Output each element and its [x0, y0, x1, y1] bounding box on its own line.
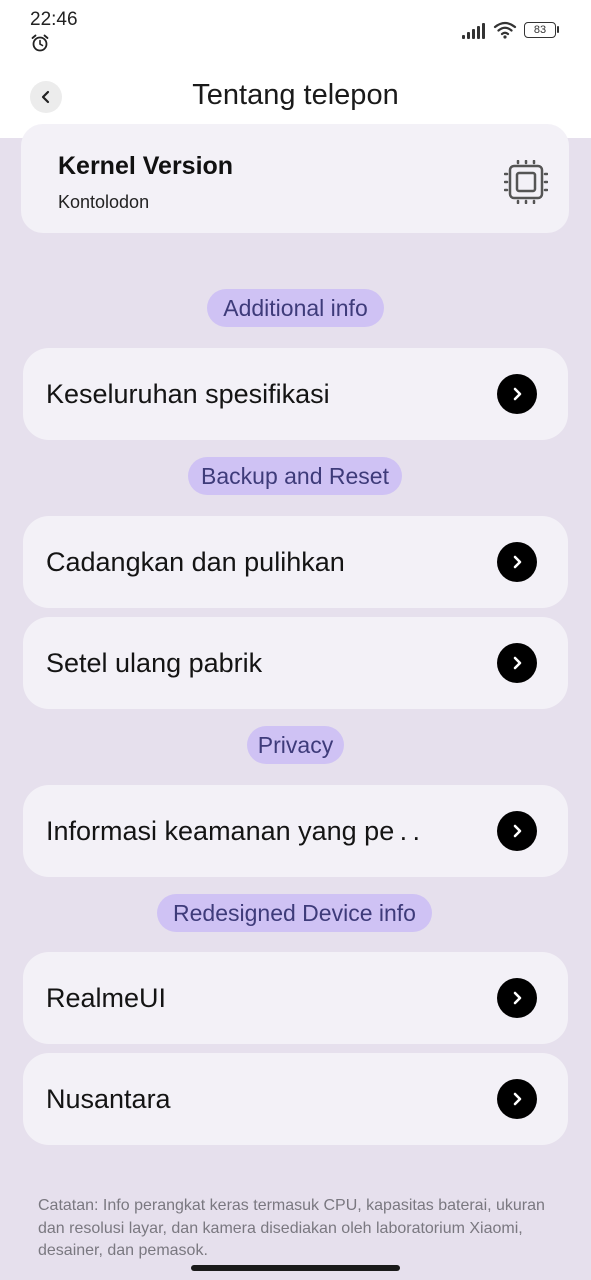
chevron-right-icon: [497, 643, 537, 683]
section-header-privacy: Privacy: [247, 726, 344, 764]
kernel-version-value: Kontolodon: [58, 192, 150, 212]
battery-level: 83: [524, 22, 556, 38]
chip-icon: [504, 160, 548, 204]
list-item-label: Informasi keamanan yang pe . .: [46, 816, 421, 846]
chevron-right-icon: [497, 1079, 537, 1119]
list-item-keseluruhan-spesifikasi[interactable]: Keseluruhan spesifikasi: [23, 348, 568, 440]
page-title: Tentang telepon: [192, 79, 399, 111]
list-item-label: Setel ulang pabrik: [46, 648, 263, 678]
list-item-informasi-keamanan[interactable]: Informasi keamanan yang pe . .: [23, 785, 568, 877]
chevron-right-icon: [497, 542, 537, 582]
section-header-redesigned-device-info: Redesigned Device info: [157, 894, 432, 932]
chevron-right-icon: [497, 978, 537, 1018]
list-item-label: Nusantara: [46, 1084, 171, 1114]
home-indicator[interactable]: [191, 1265, 400, 1271]
kernel-version-card[interactable]: Kernel Version Kontolodon: [21, 124, 569, 233]
list-item-cadangkan-dan-pulihkan[interactable]: Cadangkan dan pulihkan: [23, 516, 568, 608]
footnote: Catatan: Info perangkat keras termasuk C…: [38, 1197, 545, 1259]
signal-icon: [462, 23, 485, 39]
battery-tip: [557, 26, 559, 33]
list-item-realmeui[interactable]: RealmeUI: [23, 952, 568, 1044]
battery-indicator: 83: [524, 22, 559, 38]
kernel-version-title: Kernel Version: [58, 152, 234, 180]
list-item-nusantara[interactable]: Nusantara: [23, 1053, 568, 1145]
status-time: 22:46: [30, 9, 78, 30]
section-header-additional-info: Additional info: [207, 289, 384, 327]
list-item-label: Cadangkan dan pulihkan: [46, 547, 345, 577]
wifi-icon: [493, 21, 517, 39]
chevron-right-icon: [497, 811, 537, 851]
section-header-backup-and-reset: Backup and Reset: [188, 457, 402, 495]
list-item-label: RealmeUI: [46, 983, 167, 1013]
list-item-setel-ulang-pabrik[interactable]: Setel ulang pabrik: [23, 617, 568, 709]
list-item-label: Keseluruhan spesifikasi: [46, 379, 330, 409]
status-bar: 22:46 83: [0, 0, 591, 62]
chevron-right-icon: [497, 374, 537, 414]
alarm-clock-icon: [31, 34, 49, 52]
